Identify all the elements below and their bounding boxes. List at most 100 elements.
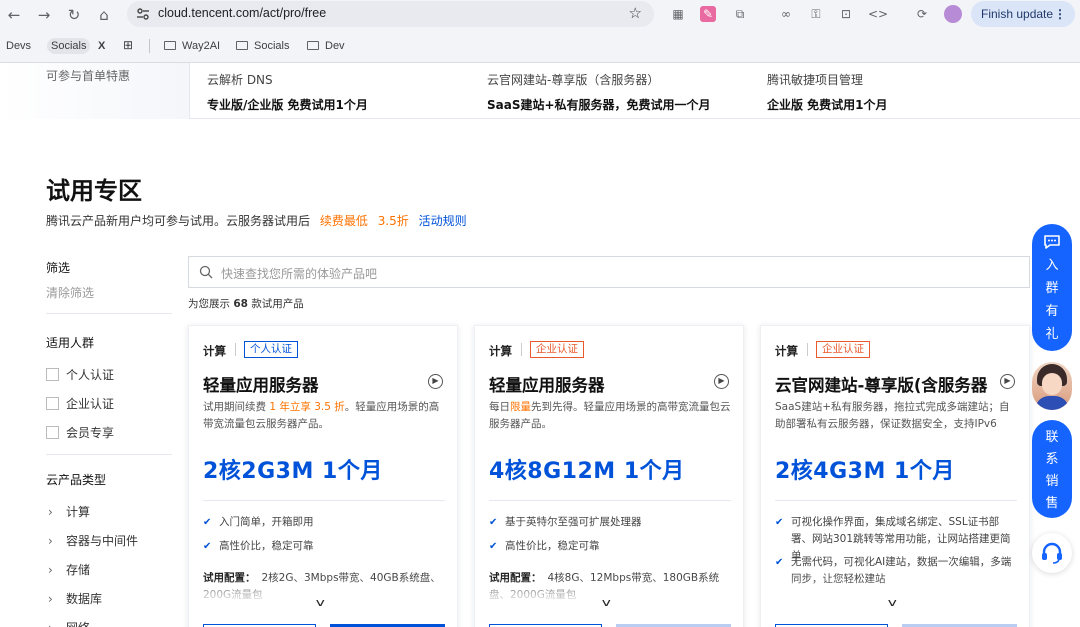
arrow-right-circle-icon[interactable]: ▶ [428,374,443,389]
home-icon[interactable]: ⌂ [94,5,114,25]
card-tag: 企业认证 [530,341,584,358]
product-card[interactable]: 计算 企业认证 云官网建站-尊享版(含服务器 ▶ SaaS建站+私有服务器，拖拉… [760,325,1030,627]
section-description: 腾讯云产品新用户均可参与试用。云服务器试用后 续费最低 3.5折 活动规则 [46,212,467,229]
card-title[interactable]: 轻量应用服务器 [203,372,431,396]
card-category: 计算 [489,344,512,358]
promo-item-project-mgmt[interactable]: 腾讯敏捷项目管理 企业版 免费试用1个月 [767,71,888,113]
bookmark-x[interactable]: X [98,40,105,52]
address-bar[interactable]: cloud.tencent.com/act/pro/free ☆ [127,1,654,27]
search-input[interactable]: 快速查找您所需的体验产品吧 [221,265,377,282]
audience-option-label: 个人认证 [66,368,115,382]
avatar-face [1042,373,1062,395]
result-count: 为您展示 68 款试用产品 [188,296,304,311]
audience-option-member[interactable]: 会员专享 [46,424,114,440]
clear-filter-link[interactable]: 清除筛选 [46,284,94,301]
category-group-title: 云产品类型 [46,473,107,487]
card-divider [807,343,808,356]
link-icon[interactable]: ∞ [778,6,794,22]
customer-service-avatar[interactable] [1032,362,1072,410]
desc-highlight: 1 年立享 3.5 折 [269,401,345,413]
card-title[interactable]: 云官网建站-尊享版(含服务器 [775,372,1003,396]
bookmark-folder-label: Socials [254,40,290,52]
audience-option-personal[interactable]: 个人认证 [46,366,114,382]
checkbox[interactable] [46,368,59,381]
extensions-puzzle-icon[interactable]: ⧉ [732,6,748,22]
bookmarks-bar: Devs Socials X ⊞ Way2AI Socials Dev [0,30,1080,63]
sync-icon[interactable]: ⟳ [914,6,930,22]
bookmark-folder-label: Dev [325,40,345,52]
contact-sales-label: 联系销售 [1045,430,1059,511]
chevron-down-icon[interactable]: v [602,596,611,609]
desc-highlight-renewal: 续费最低 [319,214,368,228]
chevron-down-icon[interactable]: v [316,596,325,609]
site-settings-icon[interactable] [135,6,151,22]
feature-text: 高性价比，稳定可靠 [505,540,600,552]
card-title[interactable]: 轻量应用服务器 [489,372,717,396]
product-card[interactable]: 计算 个人认证 轻量应用服务器 ▶ 试用期间续费 1 年立享 3.5 折。轻量应… [188,325,458,627]
desc-part: 每日 [489,401,510,413]
chevron-right-icon: › [48,534,53,548]
category-item-database[interactable]: › 数据库 [48,590,102,607]
reload-icon[interactable]: ↻ [64,5,84,25]
promo-title: 云解析 DNS [207,73,273,87]
url-text[interactable]: cloud.tencent.com/act/pro/free [158,6,326,20]
contact-sales-widget[interactable]: 联系销售 [1032,420,1072,518]
audience-option-label: 企业认证 [66,397,115,411]
bookmark-folder-dev[interactable]: Dev [307,40,345,52]
promo-item-dns[interactable]: 云解析 DNS 专业版/企业版 免费试用1个月 [207,71,368,113]
page-content: 可参与首单特惠 云解析 DNS 专业版/企业版 免费试用1个月 云官网建站-尊享… [0,63,1080,627]
category-label: 计算 [66,505,91,519]
promo-title: 腾讯敏捷项目管理 [767,73,864,87]
card-divider-line [203,500,445,501]
extension-pink-icon[interactable]: ✎ [700,6,716,22]
bookmark-folder-socials[interactable]: Socials [236,40,289,52]
product-card[interactable]: 计算 企业认证 轻量应用服务器 ▶ 每日限量先到先得。轻量应用场景的高带宽流量包… [474,325,744,627]
category-item-storage[interactable]: › 存储 [48,561,90,578]
card-description: SaaS建站+私有服务器，拖拉式完成多端建站；自助部署私有云服务器，保证数据安全… [775,401,1010,430]
card-spec: 2核2G3M 1个月 [203,459,383,484]
chevron-right-icon: › [48,621,60,627]
browser-toolbar: ← → ↻ ⌂ cloud.tencent.com/act/pro/free ☆… [0,0,1080,30]
banner-left-text: 可参与首单特惠 [46,69,131,83]
checkbox[interactable] [46,397,59,410]
section-title: 试用专区 [46,177,142,205]
screenshot-icon[interactable]: ⊡ [838,6,854,22]
feature-item: ✔ 高性价比，稳定可靠 [203,538,445,555]
card-tag: 企业认证 [816,341,870,358]
arrow-right-circle-icon[interactable]: ▶ [714,374,729,389]
category-item-compute[interactable]: › 计算 [48,503,90,520]
profile-avatar[interactable] [944,5,962,23]
arrow-right-circle-icon[interactable]: ▶ [1000,374,1015,389]
support-headset-button[interactable] [1032,533,1072,573]
promo-subtitle: 企业版 免费试用1个月 [767,98,888,112]
forward-arrow-icon[interactable]: → [34,5,54,25]
product-search[interactable]: 快速查找您所需的体验产品吧 [188,256,1030,288]
more-menu-icon: ⋮ [1054,7,1066,21]
check-icon: ✔ [489,517,498,528]
desc-text: 腾讯云产品新用户均可参与试用。云服务器试用后 [46,214,311,228]
check-icon: ✔ [203,541,212,552]
finish-update-button[interactable]: Finish update ⋮ [971,1,1075,27]
category-item-network[interactable]: › 网络 [48,619,90,627]
checkbox[interactable] [46,426,59,439]
back-arrow-icon[interactable]: ← [4,5,24,25]
bookmark-star-icon[interactable]: ☆ [629,4,642,22]
code-icon[interactable]: <> [868,6,888,22]
bookmark-folder-way2ai[interactable]: Way2AI [164,40,220,52]
category-item-container[interactable]: › 容器与中间件 [48,532,138,549]
join-group-widget[interactable]: 入群有礼 [1032,224,1072,351]
audience-option-enterprise[interactable]: 企业认证 [46,395,114,411]
promo-title: 云官网建站-尊享版（含服务器） [487,73,660,87]
promo-item-website[interactable]: 云官网建站-尊享版（含服务器） SaaS建站+私有服务器，免费试用一个月 [487,71,711,113]
qr-code-icon[interactable]: ▦ [670,6,686,22]
apps-grid-icon[interactable]: ⊞ [123,38,133,52]
bookmark-socials[interactable]: Socials [47,38,91,54]
folder-icon [164,41,176,50]
chevron-down-icon[interactable]: v [888,596,897,609]
activity-rules-link[interactable]: 活动规则 [419,214,467,228]
key-icon[interactable]: ⚿ [808,6,824,22]
card-description: 每日限量先到先得。轻量应用场景的高带宽流量包云服务器产品。 [489,399,731,433]
headset-icon [1042,542,1062,564]
bookmark-devs[interactable]: Devs [6,40,31,52]
feature-text: 基于英特尔至强可扩展处理器 [505,516,642,528]
